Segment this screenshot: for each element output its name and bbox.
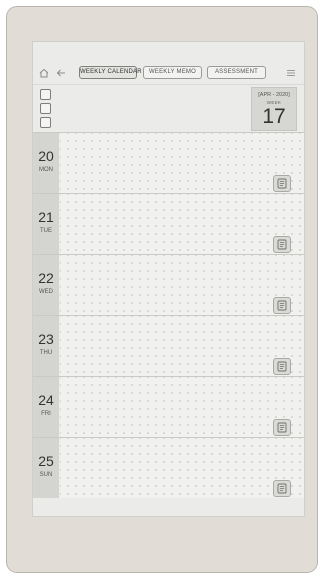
memo-note-icon <box>277 483 287 494</box>
day-number: 22 <box>38 270 54 286</box>
day-label: 24 FRI <box>33 377 59 437</box>
day-weekday: FRI <box>41 411 51 417</box>
year-month-label: [APR - 2020] <box>258 92 290 98</box>
menu-icon[interactable] <box>285 66 297 78</box>
day-writing-area[interactable] <box>60 255 304 315</box>
day-weekday: SUN <box>39 472 53 478</box>
top-toolbar: WEEKLY CALENDAR WEEKLY MEMO ASSESSMENT <box>33 42 304 85</box>
memo-button[interactable] <box>273 297 291 314</box>
memo-button[interactable] <box>273 419 291 436</box>
day-row: 20 MON <box>33 132 304 193</box>
day-writing-area[interactable] <box>60 133 304 193</box>
day-writing-area[interactable] <box>60 438 304 498</box>
day-number: 23 <box>38 331 54 347</box>
day-row: 22 WED <box>33 254 304 315</box>
memo-button[interactable] <box>273 236 291 253</box>
day-number: 24 <box>38 392 54 408</box>
home-icon[interactable] <box>38 66 50 78</box>
day-label: 23 THU <box>33 316 59 376</box>
memo-note-icon <box>277 300 287 311</box>
day-writing-area[interactable] <box>60 194 304 254</box>
memo-note-icon <box>277 422 287 433</box>
task-checkbox[interactable] <box>40 117 51 128</box>
day-label: 21 TUE <box>33 194 59 254</box>
day-weekday: TUE <box>40 228 52 234</box>
memo-button[interactable] <box>273 480 291 497</box>
tab-weekly-memo[interactable]: WEEKLY MEMO <box>143 66 202 79</box>
day-weekday: WED <box>39 289 53 295</box>
e-reader-device: WEEKLY CALENDAR WEEKLY MEMO ASSESSMENT [… <box>6 6 318 573</box>
day-writing-area[interactable] <box>60 316 304 376</box>
day-number: 20 <box>38 148 54 164</box>
planner-screen: WEEKLY CALENDAR WEEKLY MEMO ASSESSMENT [… <box>32 41 305 517</box>
day-number: 21 <box>38 209 54 225</box>
day-label: 20 MON <box>33 133 59 193</box>
day-label: 25 SUN <box>33 438 59 498</box>
day-row: 23 THU <box>33 315 304 376</box>
day-label: 22 WED <box>33 255 59 315</box>
day-weekday: THU <box>39 350 53 356</box>
tab-assessment[interactable]: ASSESSMENT <box>207 66 266 79</box>
back-arrow-icon[interactable] <box>55 66 67 78</box>
memo-note-icon <box>277 178 287 189</box>
week-number: 17 <box>262 105 286 128</box>
day-row: 21 TUE <box>33 193 304 254</box>
task-checkbox[interactable] <box>40 89 51 100</box>
day-weekday: MON <box>39 167 53 173</box>
week-header: [APR - 2020] WEEK 17 <box>33 85 304 131</box>
memo-note-icon <box>277 239 287 250</box>
task-checkbox[interactable] <box>40 103 51 114</box>
week-date-badge: [APR - 2020] WEEK 17 <box>251 87 297 131</box>
memo-note-icon <box>277 361 287 372</box>
tab-weekly-calendar[interactable]: WEEKLY CALENDAR <box>79 66 142 79</box>
day-row: 25 SUN <box>33 437 304 498</box>
day-row: 24 FRI <box>33 376 304 437</box>
memo-button[interactable] <box>273 358 291 375</box>
day-number: 25 <box>38 453 54 469</box>
memo-button[interactable] <box>273 175 291 192</box>
day-writing-area[interactable] <box>60 377 304 437</box>
